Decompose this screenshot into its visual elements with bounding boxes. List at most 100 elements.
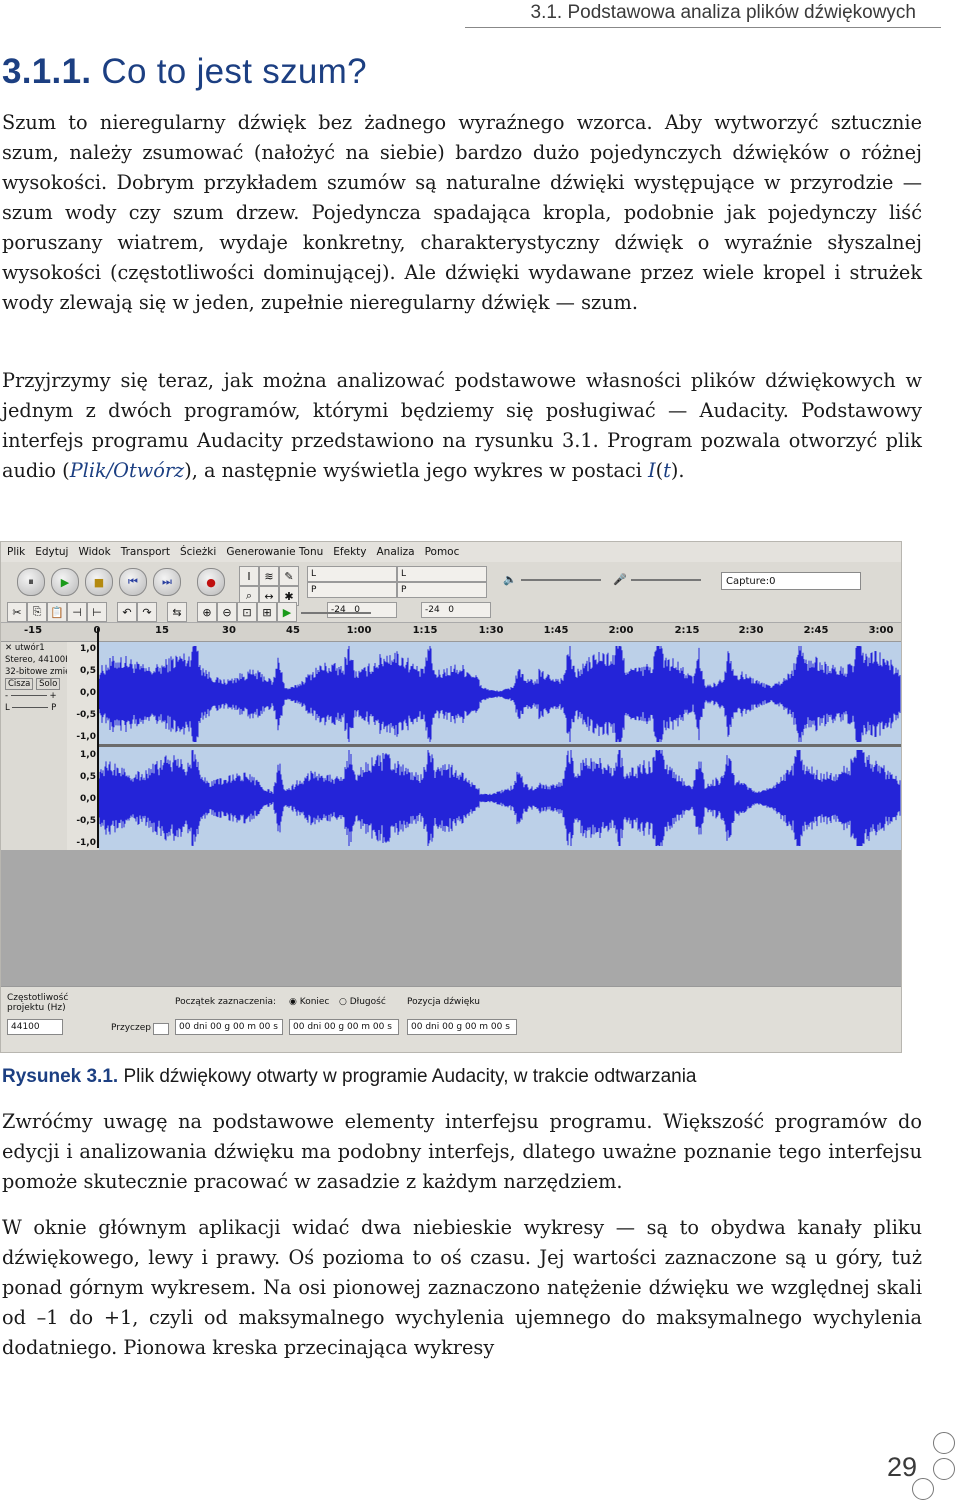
zoom-in-icon[interactable]: ⊕ bbox=[197, 602, 217, 622]
amplitude-label: 1,0 bbox=[80, 750, 96, 760]
redo-icon[interactable]: ↷ bbox=[137, 602, 157, 622]
selection-tool-icon[interactable]: I bbox=[239, 566, 259, 586]
stop-button[interactable]: ■ bbox=[85, 568, 113, 596]
decor-ring-top bbox=[933, 1432, 955, 1454]
playback-meter-left: L bbox=[307, 566, 397, 582]
waveform-area[interactable] bbox=[98, 642, 901, 850]
pan-p: P bbox=[51, 703, 57, 713]
play-button[interactable]: ▶ bbox=[51, 568, 79, 596]
menu-item-8[interactable]: Pomoc bbox=[425, 546, 460, 558]
menu-item-2[interactable]: Widok bbox=[78, 546, 110, 558]
paragraph-2: Przyjrzymy się teraz, jak można analizow… bbox=[2, 366, 922, 486]
timeline-ruler[interactable]: -1501530451:001:151:301:452:002:152:302:… bbox=[1, 622, 901, 642]
end-radio-icon[interactable]: ◉ bbox=[289, 997, 297, 1007]
amplitude-label: -0,5 bbox=[76, 816, 96, 826]
fit-project-icon[interactable]: ⊞ bbox=[257, 602, 277, 622]
decor-ring-right bbox=[933, 1458, 955, 1480]
ruler-tick: 1:30 bbox=[478, 625, 504, 636]
audio-position-field[interactable]: 00 dni 00 g 00 m 00 s bbox=[407, 1019, 517, 1035]
paragraph-2-part-b: ), a następnie wyświetla jego wykres w p… bbox=[184, 459, 648, 482]
menu-item-4[interactable]: Ścieżki bbox=[180, 546, 216, 558]
skip-start-button[interactable]: ⏮ bbox=[119, 568, 147, 596]
length-radio-label: Długość bbox=[349, 997, 386, 1007]
pan-slider[interactable] bbox=[12, 707, 49, 708]
amplitude-label: -1,0 bbox=[76, 838, 96, 848]
end-radio-label: Koniec bbox=[299, 997, 330, 1007]
end-radio-row[interactable]: ◉ Koniec bbox=[289, 997, 329, 1007]
menu-item-1[interactable]: Edytuj bbox=[35, 546, 68, 558]
pan-l: L bbox=[5, 703, 10, 713]
selection-end-field[interactable]: 00 dni 00 g 00 m 00 s bbox=[289, 1019, 399, 1035]
track-bits: 32-bitowe zmienne bbox=[5, 667, 67, 677]
length-radio-row[interactable]: ○ Długość bbox=[339, 997, 386, 1007]
speaker-icon: 🔈 bbox=[503, 572, 517, 586]
record-volume-slider[interactable] bbox=[631, 579, 701, 581]
sync-lock-icon[interactable]: ⇆ bbox=[167, 602, 187, 622]
play-at-speed-icon[interactable]: ▶ bbox=[277, 602, 297, 622]
snap-to-checkbox[interactable] bbox=[153, 1023, 169, 1035]
gain-slider[interactable] bbox=[10, 695, 47, 696]
empty-track-area[interactable] bbox=[1, 850, 901, 986]
draw-tool-icon[interactable]: ✎ bbox=[279, 566, 299, 586]
silence-icon[interactable]: ⊢ bbox=[87, 602, 107, 622]
gain-plus: + bbox=[49, 691, 57, 701]
track-name[interactable]: ✕ utwór1 bbox=[1, 642, 67, 654]
cut-icon[interactable]: ✂ bbox=[7, 602, 27, 622]
record-button[interactable]: ● bbox=[197, 568, 225, 596]
selection-start-field[interactable]: 00 dni 00 g 00 m 00 s bbox=[175, 1019, 283, 1035]
project-rate-select[interactable]: 44100 bbox=[7, 1019, 63, 1035]
section-title-text: Co to jest szum? bbox=[101, 52, 367, 91]
waveform-channel-left bbox=[98, 646, 901, 742]
db-label-4: 0 bbox=[448, 605, 455, 615]
toolbar: ⏸ ▶ ■ ⏮ ⏭ ● I ≋ ✎ ⌕ ↔ ✱ L L P P -24 0 -2… bbox=[1, 562, 901, 622]
playback-volume-slider[interactable] bbox=[521, 579, 601, 581]
copy-icon[interactable]: ⎘ bbox=[27, 602, 47, 622]
close-track-icon[interactable]: ✕ bbox=[5, 643, 12, 653]
page-number: 29 bbox=[887, 1452, 918, 1482]
ruler-tick: 1:45 bbox=[543, 625, 569, 636]
solo-button[interactable]: Solo bbox=[36, 678, 61, 690]
mute-button[interactable]: Cisza bbox=[5, 678, 34, 690]
track-name-label: utwór1 bbox=[14, 643, 45, 653]
vertical-amplitude-scale: 1,0 0,5 0,0 -0,5 -1,0 1,0 0,5 0,0 -0,5 -1,0 bbox=[67, 642, 100, 850]
menu-path-reference: Plik/Otwórz bbox=[69, 459, 185, 482]
menu-item-0[interactable]: Plik bbox=[7, 546, 25, 558]
skip-end-button[interactable]: ⏭ bbox=[153, 568, 181, 596]
microphone-icon: 🎤 bbox=[613, 572, 627, 586]
length-radio-icon[interactable]: ○ bbox=[339, 997, 347, 1007]
ruler-tick: 3:00 bbox=[868, 625, 894, 636]
amplitude-label: 0,5 bbox=[80, 772, 96, 782]
menu-item-7[interactable]: Analiza bbox=[377, 546, 415, 558]
menu-item-5[interactable]: Generowanie Tonu bbox=[226, 546, 323, 558]
paste-icon[interactable]: 📋 bbox=[47, 602, 67, 622]
ruler-tick: 2:15 bbox=[674, 625, 700, 636]
paragraph-4: W oknie głównym aplikacji widać dwa nieb… bbox=[2, 1216, 922, 1359]
paragraph-1: Szum to nieregularny dźwięk bez żadnego … bbox=[2, 111, 922, 314]
menu-item-6[interactable]: Efekty bbox=[333, 546, 366, 558]
gain-row: - + bbox=[1, 690, 67, 702]
menu-item-3[interactable]: Transport bbox=[121, 546, 170, 558]
capture-device-select[interactable]: Capture:0 bbox=[721, 572, 861, 590]
selection-toolbar: Częstotliwość projektu (Hz) 44100 Przycz… bbox=[1, 986, 901, 1052]
meter-scale-2: -24 0 bbox=[421, 602, 491, 618]
trim-icon[interactable]: ⊣ bbox=[67, 602, 87, 622]
track-format: Stereo, 44100Hz bbox=[5, 655, 67, 665]
math-t: t bbox=[663, 459, 671, 482]
undo-icon[interactable]: ↶ bbox=[117, 602, 137, 622]
audacity-screenshot: Plik Edytuj Widok Transport Ścieżki Generowan… bbox=[0, 541, 902, 1053]
amplitude-label: -0,5 bbox=[76, 710, 96, 720]
pan-row: L P bbox=[1, 702, 67, 714]
fit-selection-icon[interactable]: ⊡ bbox=[237, 602, 257, 622]
play-speed-slider[interactable] bbox=[301, 612, 371, 614]
amplitude-label: -1,0 bbox=[76, 732, 96, 742]
db-label-3: -24 bbox=[425, 605, 440, 615]
math-close-paren: ). bbox=[670, 459, 685, 482]
meter-scale-1: -24 0 bbox=[327, 602, 397, 618]
ruler-tick: 15 bbox=[155, 625, 169, 636]
envelope-tool-icon[interactable]: ≋ bbox=[259, 566, 279, 586]
menu-bar: Plik Edytuj Widok Transport Ścieżki Generowan… bbox=[1, 542, 901, 562]
pause-button[interactable]: ⏸ bbox=[17, 568, 45, 596]
section-number: 3.1.1. bbox=[2, 52, 92, 91]
zoom-out-icon[interactable]: ⊖ bbox=[217, 602, 237, 622]
meter-l-label-2: L bbox=[401, 569, 407, 579]
